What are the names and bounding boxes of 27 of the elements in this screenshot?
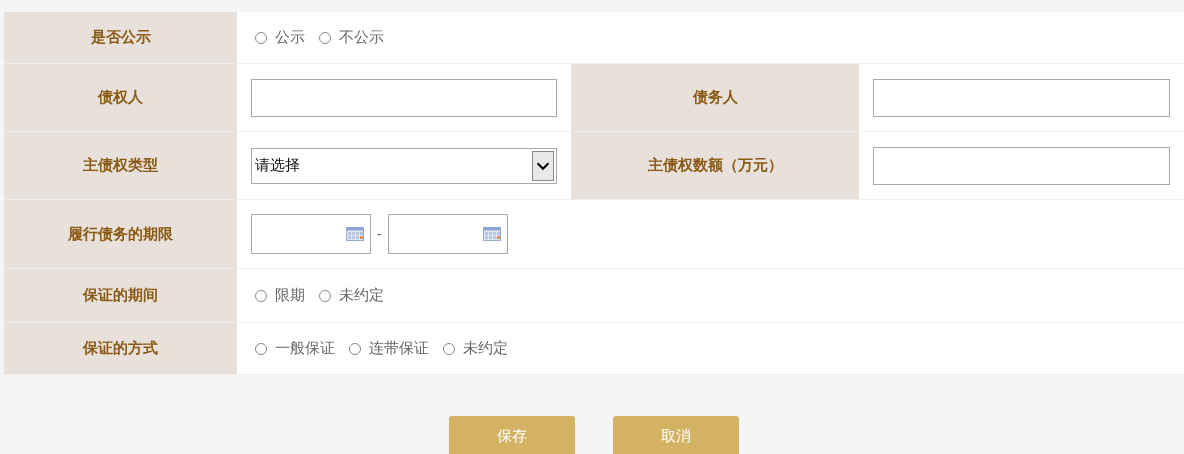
radio-label: 公示: [275, 28, 305, 47]
field-label: 债务人: [571, 64, 859, 132]
date-field[interactable]: [387, 214, 508, 254]
radio-label: 未约定: [339, 286, 384, 305]
text-field[interactable]: [873, 146, 1170, 185]
calendar-icon[interactable]: [346, 227, 364, 241]
radio-label: 连带保证: [369, 339, 429, 358]
radio-label: 限期: [275, 286, 305, 305]
select-field[interactable]: 请选择: [251, 147, 557, 184]
radio-label: 一般保证: [275, 339, 335, 358]
radio-label: 不公示: [339, 28, 384, 47]
radio-label: 未约定: [463, 339, 508, 358]
field-label: 主债权类型: [4, 132, 237, 200]
field-label: 保证的期间: [4, 269, 237, 323]
field-label: 债权人: [4, 64, 237, 132]
field-label: 是否公示: [4, 12, 237, 64]
save-button[interactable]: 保存: [449, 416, 575, 454]
range-separator: -: [377, 226, 382, 242]
calendar-icon[interactable]: [482, 227, 501, 241]
field-label: 主债权数额（万元）: [571, 132, 859, 200]
cancel-button[interactable]: 取消: [613, 416, 739, 454]
field-label: 保证的方式: [4, 323, 237, 375]
field-label: 履行债务的期限: [4, 200, 237, 269]
caret-icon: [532, 150, 554, 181]
text-field[interactable]: [873, 78, 1170, 117]
text-field[interactable]: [251, 78, 557, 117]
date-field[interactable]: [251, 214, 371, 254]
